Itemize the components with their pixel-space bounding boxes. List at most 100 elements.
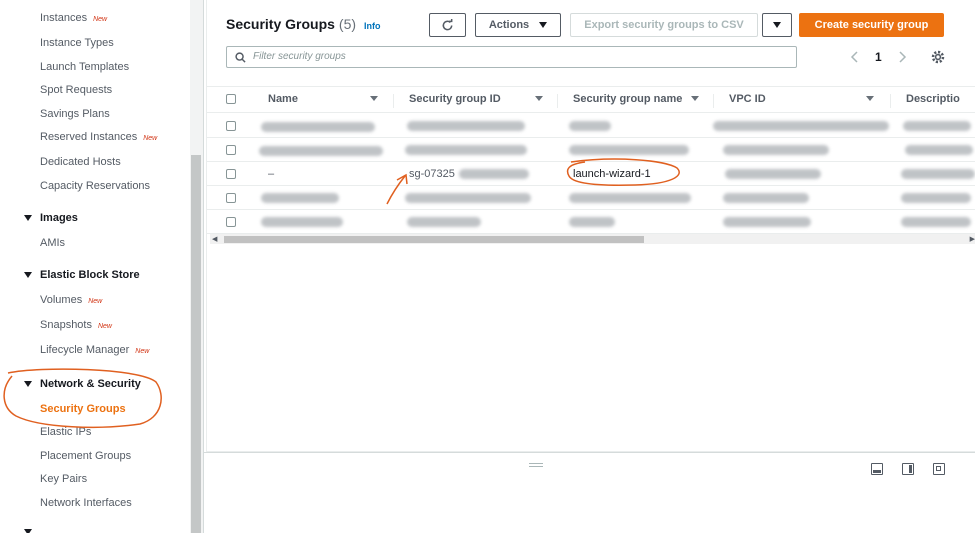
redacted-vpc-id [723,217,811,227]
settings-gear-icon[interactable] [930,49,946,65]
sidebar-item-label: Lifecycle Manager [40,344,130,356]
column-header-security-group-id[interactable]: Security group ID [409,93,501,105]
redacted-group-name [569,121,611,131]
row-checkbox[interactable] [226,145,236,155]
annotation-arrow-and-circle [386,158,680,205]
details-split-panel [204,452,975,533]
sidebar-item-snapshots[interactable]: Snapshots New [40,319,112,331]
redacted-name [259,146,383,156]
column-header-vpc-id[interactable]: VPC ID [729,93,766,105]
create-security-group-button[interactable]: Create security group [799,13,944,37]
ec2-console: Instances New Instance Types Launch Templ… [0,0,975,533]
sidebar-item-label: Snapshots [40,319,92,331]
redacted-vpc-id [723,193,809,203]
select-all-checkbox[interactable] [226,94,236,104]
actions-label: Actions [488,19,530,31]
table-row[interactable] [207,114,975,138]
sidebar-section-cut-off [24,526,40,533]
new-badge: New [93,16,108,23]
table-row[interactable] [207,210,975,234]
section-label: Elastic Block Store [40,269,140,281]
scroll-right-icon[interactable]: ▶ [970,235,975,243]
title-text: Security Groups [226,16,335,32]
actions-button[interactable]: Actions [475,13,561,37]
refresh-button[interactable] [429,13,466,37]
split-bottom-icon[interactable] [871,463,883,475]
redacted-description [901,169,975,179]
sort-icon[interactable] [866,96,874,101]
redacted-id [407,121,525,131]
next-page-icon[interactable] [897,51,907,63]
row-checkbox[interactable] [226,121,236,131]
new-badge: New [88,298,103,305]
redacted-group-name [569,217,615,227]
scrollbar-thumb[interactable] [224,236,644,243]
page-title: Security Groups (5) Info [226,16,381,32]
info-link[interactable]: Info [364,21,381,31]
export-csv-button[interactable]: Export security groups to CSV [570,13,758,37]
sidebar-item-label: Reserved Instances [40,131,138,143]
sidebar-item-savings-plans[interactable]: Savings Plans [40,108,110,120]
sidebar-section-ebs[interactable]: Elastic Block Store [24,269,140,281]
column-separator[interactable] [713,94,714,108]
sidebar-item-placement-groups[interactable]: Placement Groups [40,450,131,462]
column-header-description[interactable]: Descriptio [906,93,960,105]
sidebar-item-reserved-instances[interactable]: Reserved Instances New [40,131,157,143]
redacted-vpc-id [725,169,821,179]
redacted-description [903,121,971,131]
column-header-name[interactable]: Name [268,93,298,105]
redacted-id [407,217,481,227]
sidebar-item-instances[interactable]: Instances New [40,12,107,24]
sidebar-item-launch-templates[interactable]: Launch Templates [40,61,129,73]
sidebar-item-key-pairs[interactable]: Key Pairs [40,473,87,485]
search-placeholder: Filter security groups [253,51,346,62]
filter-security-groups-input[interactable]: Filter security groups [226,46,797,68]
sidebar-item-capacity-reservations[interactable]: Capacity Reservations [40,180,150,192]
count-text: (5) [338,16,357,32]
sidebar-item-spot-requests[interactable]: Spot Requests [40,84,112,96]
split-side-icon[interactable] [902,463,914,475]
sort-icon[interactable] [691,96,699,101]
prev-page-icon[interactable] [850,51,860,63]
row-checkbox[interactable] [226,169,236,179]
annotation-circle-security-groups [3,368,162,429]
sort-icon[interactable] [370,96,378,101]
export-label: Export security groups to CSV [584,19,744,31]
redacted-name [261,217,343,227]
sidebar-scrollbar-thumb[interactable] [191,155,201,533]
redacted-description [901,217,971,227]
sidebar-item-dedicated-hosts[interactable]: Dedicated Hosts [40,156,121,168]
sidebar: Instances New Instance Types Launch Templ… [0,0,190,533]
security-groups-panel: Security Groups (5) Info Actions Export se… [206,0,975,452]
redacted-description [905,145,973,155]
section-label: Images [40,212,78,224]
create-label: Create security group [814,19,929,31]
split-hidden-icon[interactable] [933,463,945,475]
caret-down-icon [24,529,32,533]
row-checkbox[interactable] [226,217,236,227]
sort-icon[interactable] [535,96,543,101]
refresh-icon [442,18,453,30]
sidebar-section-images[interactable]: Images [24,212,78,224]
new-badge: New [135,348,150,355]
row-checkbox[interactable] [226,193,236,203]
column-separator[interactable] [890,94,891,108]
main-content: Security Groups (5) Info Actions Export se… [203,0,975,533]
redacted-vpc-id [723,145,829,155]
column-separator[interactable] [393,94,394,108]
column-separator[interactable] [557,94,558,108]
sidebar-item-instance-types[interactable]: Instance Types [40,37,114,49]
table-horizontal-scrollbar[interactable]: ◀ ▶ [210,234,975,244]
current-page[interactable]: 1 [875,50,882,64]
column-header-security-group-name[interactable]: Security group name [573,93,682,105]
sidebar-item-lifecycle-manager[interactable]: Lifecycle Manager New [40,344,149,356]
new-badge: New [143,135,158,142]
sidebar-item-volumes[interactable]: Volumes New [40,294,102,306]
sidebar-item-network-interfaces[interactable]: Network Interfaces [40,497,132,509]
scroll-left-icon[interactable]: ◀ [212,235,217,243]
export-dropdown-button[interactable] [762,13,792,37]
resize-handle[interactable] [529,463,543,467]
sidebar-item-amis[interactable]: AMIs [40,237,65,249]
cell-name: – [268,168,275,180]
caret-down-icon [539,22,548,28]
